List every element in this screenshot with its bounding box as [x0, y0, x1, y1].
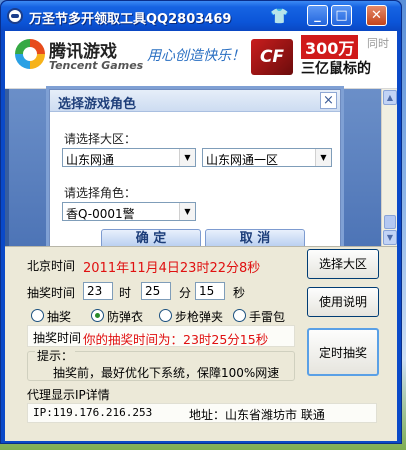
draw-time-label: 抽奖时间 — [27, 286, 76, 300]
role-label: 请选择角色： — [64, 186, 137, 200]
chevron-down-icon: ▼ — [179, 149, 195, 166]
dialog-header: 选择游戏角色 × — [50, 90, 340, 112]
timed-draw-button[interactable]: 定时抽奖 — [307, 328, 379, 376]
confirm-button[interactable]: 确 定 — [101, 229, 201, 246]
radio-body-armor[interactable] — [91, 309, 104, 322]
help-button[interactable]: 使用说明 — [307, 287, 379, 317]
web-view: 腾讯游戏 Tencent Games 用心创造快乐！ CF 300万 三亿鼠标的… — [5, 31, 397, 247]
app-window: 万圣节多开领取工具QQ2803469 👕 _ □ ✕ 腾讯游戏 Tencent … — [0, 0, 402, 444]
scroll-down-icon[interactable]: ▼ — [383, 230, 397, 245]
ip-text: IP:119.176.216.253 — [33, 406, 153, 419]
skin-icon[interactable]: 👕 — [270, 7, 289, 25]
game-banner[interactable]: 腾讯游戏 Tencent Games 用心创造快乐！ CF 300万 三亿鼠标的… — [5, 31, 397, 89]
radio-rifle-magazine-label[interactable]: 步枪弹夹 — [175, 308, 223, 325]
slogan: 用心创造快乐！ — [147, 48, 245, 64]
radio-rifle-magazine[interactable] — [159, 309, 172, 322]
radio-body-armor-label[interactable]: 防弹衣 — [107, 308, 143, 325]
second-unit: 秒 — [233, 286, 246, 300]
second-input[interactable]: 15 — [195, 282, 225, 300]
region-label: 请选择大区： — [64, 132, 137, 146]
proxy-title: 代理显示IP详情 — [27, 388, 110, 402]
close-button[interactable]: ✕ — [366, 5, 387, 26]
minimize-button[interactable]: _ — [307, 5, 328, 26]
dialog-title: 选择游戏角色 — [58, 97, 137, 112]
server-select-value: 山东网通一区 — [206, 153, 279, 167]
hour-unit: 时 — [119, 286, 132, 300]
role-select[interactable]: 香Q-0001警 ▼ — [62, 202, 196, 221]
title-bar[interactable]: 万圣节多开领取工具QQ2803469 👕 _ □ ✕ — [1, 1, 401, 31]
select-region-button[interactable]: 选择大区 — [307, 249, 379, 279]
select-role-dialog: 选择游戏角色 × 请选择大区： 山东网通 ▼ 山东网通一区 ▼ 请选择角色： 香… — [49, 89, 341, 246]
promo-side: 同时 — [367, 37, 389, 50]
role-select-value: 香Q-0001警 — [66, 207, 135, 221]
cancel-button[interactable]: 取 消 — [205, 229, 305, 246]
cf-logo: CF — [251, 39, 293, 75]
radio-grenade-pack-label[interactable]: 手雷包 — [249, 308, 285, 325]
radio-draw-label[interactable]: 抽奖 — [47, 308, 71, 325]
dialog-close-button[interactable]: × — [320, 92, 337, 109]
chevron-down-icon: ▼ — [315, 149, 331, 166]
minute-unit: 分 — [179, 286, 192, 300]
region-select[interactable]: 山东网通 ▼ — [62, 148, 196, 167]
hour-input[interactable]: 23 — [83, 282, 113, 300]
address-text: 地址：山东省潍坊市 联通 — [189, 408, 325, 422]
client-area: 腾讯游戏 Tencent Games 用心创造快乐！ CF 300万 三亿鼠标的… — [5, 31, 397, 441]
radio-draw[interactable] — [31, 309, 44, 322]
app-icon — [7, 8, 23, 24]
beijing-time-value: 2011年11月4日23时22分8秒 — [83, 261, 261, 276]
scroll-up-icon[interactable]: ▲ — [383, 90, 397, 105]
chevron-down-icon: ▼ — [179, 203, 195, 220]
promo-small: 三亿鼠标的 — [301, 61, 371, 77]
draw-time-prefix: 抽奖时间 — [33, 331, 82, 345]
promo-big: 300万 — [301, 35, 359, 59]
tip-label: 提示： — [35, 347, 76, 364]
minute-input[interactable]: 25 — [141, 282, 171, 300]
window-title: 万圣节多开领取工具QQ2803469 — [29, 12, 232, 27]
beijing-time-label: 北京时间 — [27, 259, 76, 273]
server-select[interactable]: 山东网通一区 ▼ — [202, 148, 332, 167]
region-select-value: 山东网通 — [66, 153, 115, 167]
radio-grenade-pack[interactable] — [233, 309, 246, 322]
scroll-thumb[interactable] — [384, 215, 396, 229]
web-scrollbar[interactable]: ▲ ▼ — [381, 89, 397, 246]
draw-time-status: 你的抽奖时间为：23时25分15秒 — [83, 332, 269, 347]
tip-text: 抽奖前，最好优化下系统，保障100%网速 — [53, 366, 280, 380]
brand-en: Tencent Games — [49, 59, 144, 72]
maximize-button[interactable]: □ — [331, 5, 352, 26]
tencent-games-logo-icon — [15, 39, 45, 69]
